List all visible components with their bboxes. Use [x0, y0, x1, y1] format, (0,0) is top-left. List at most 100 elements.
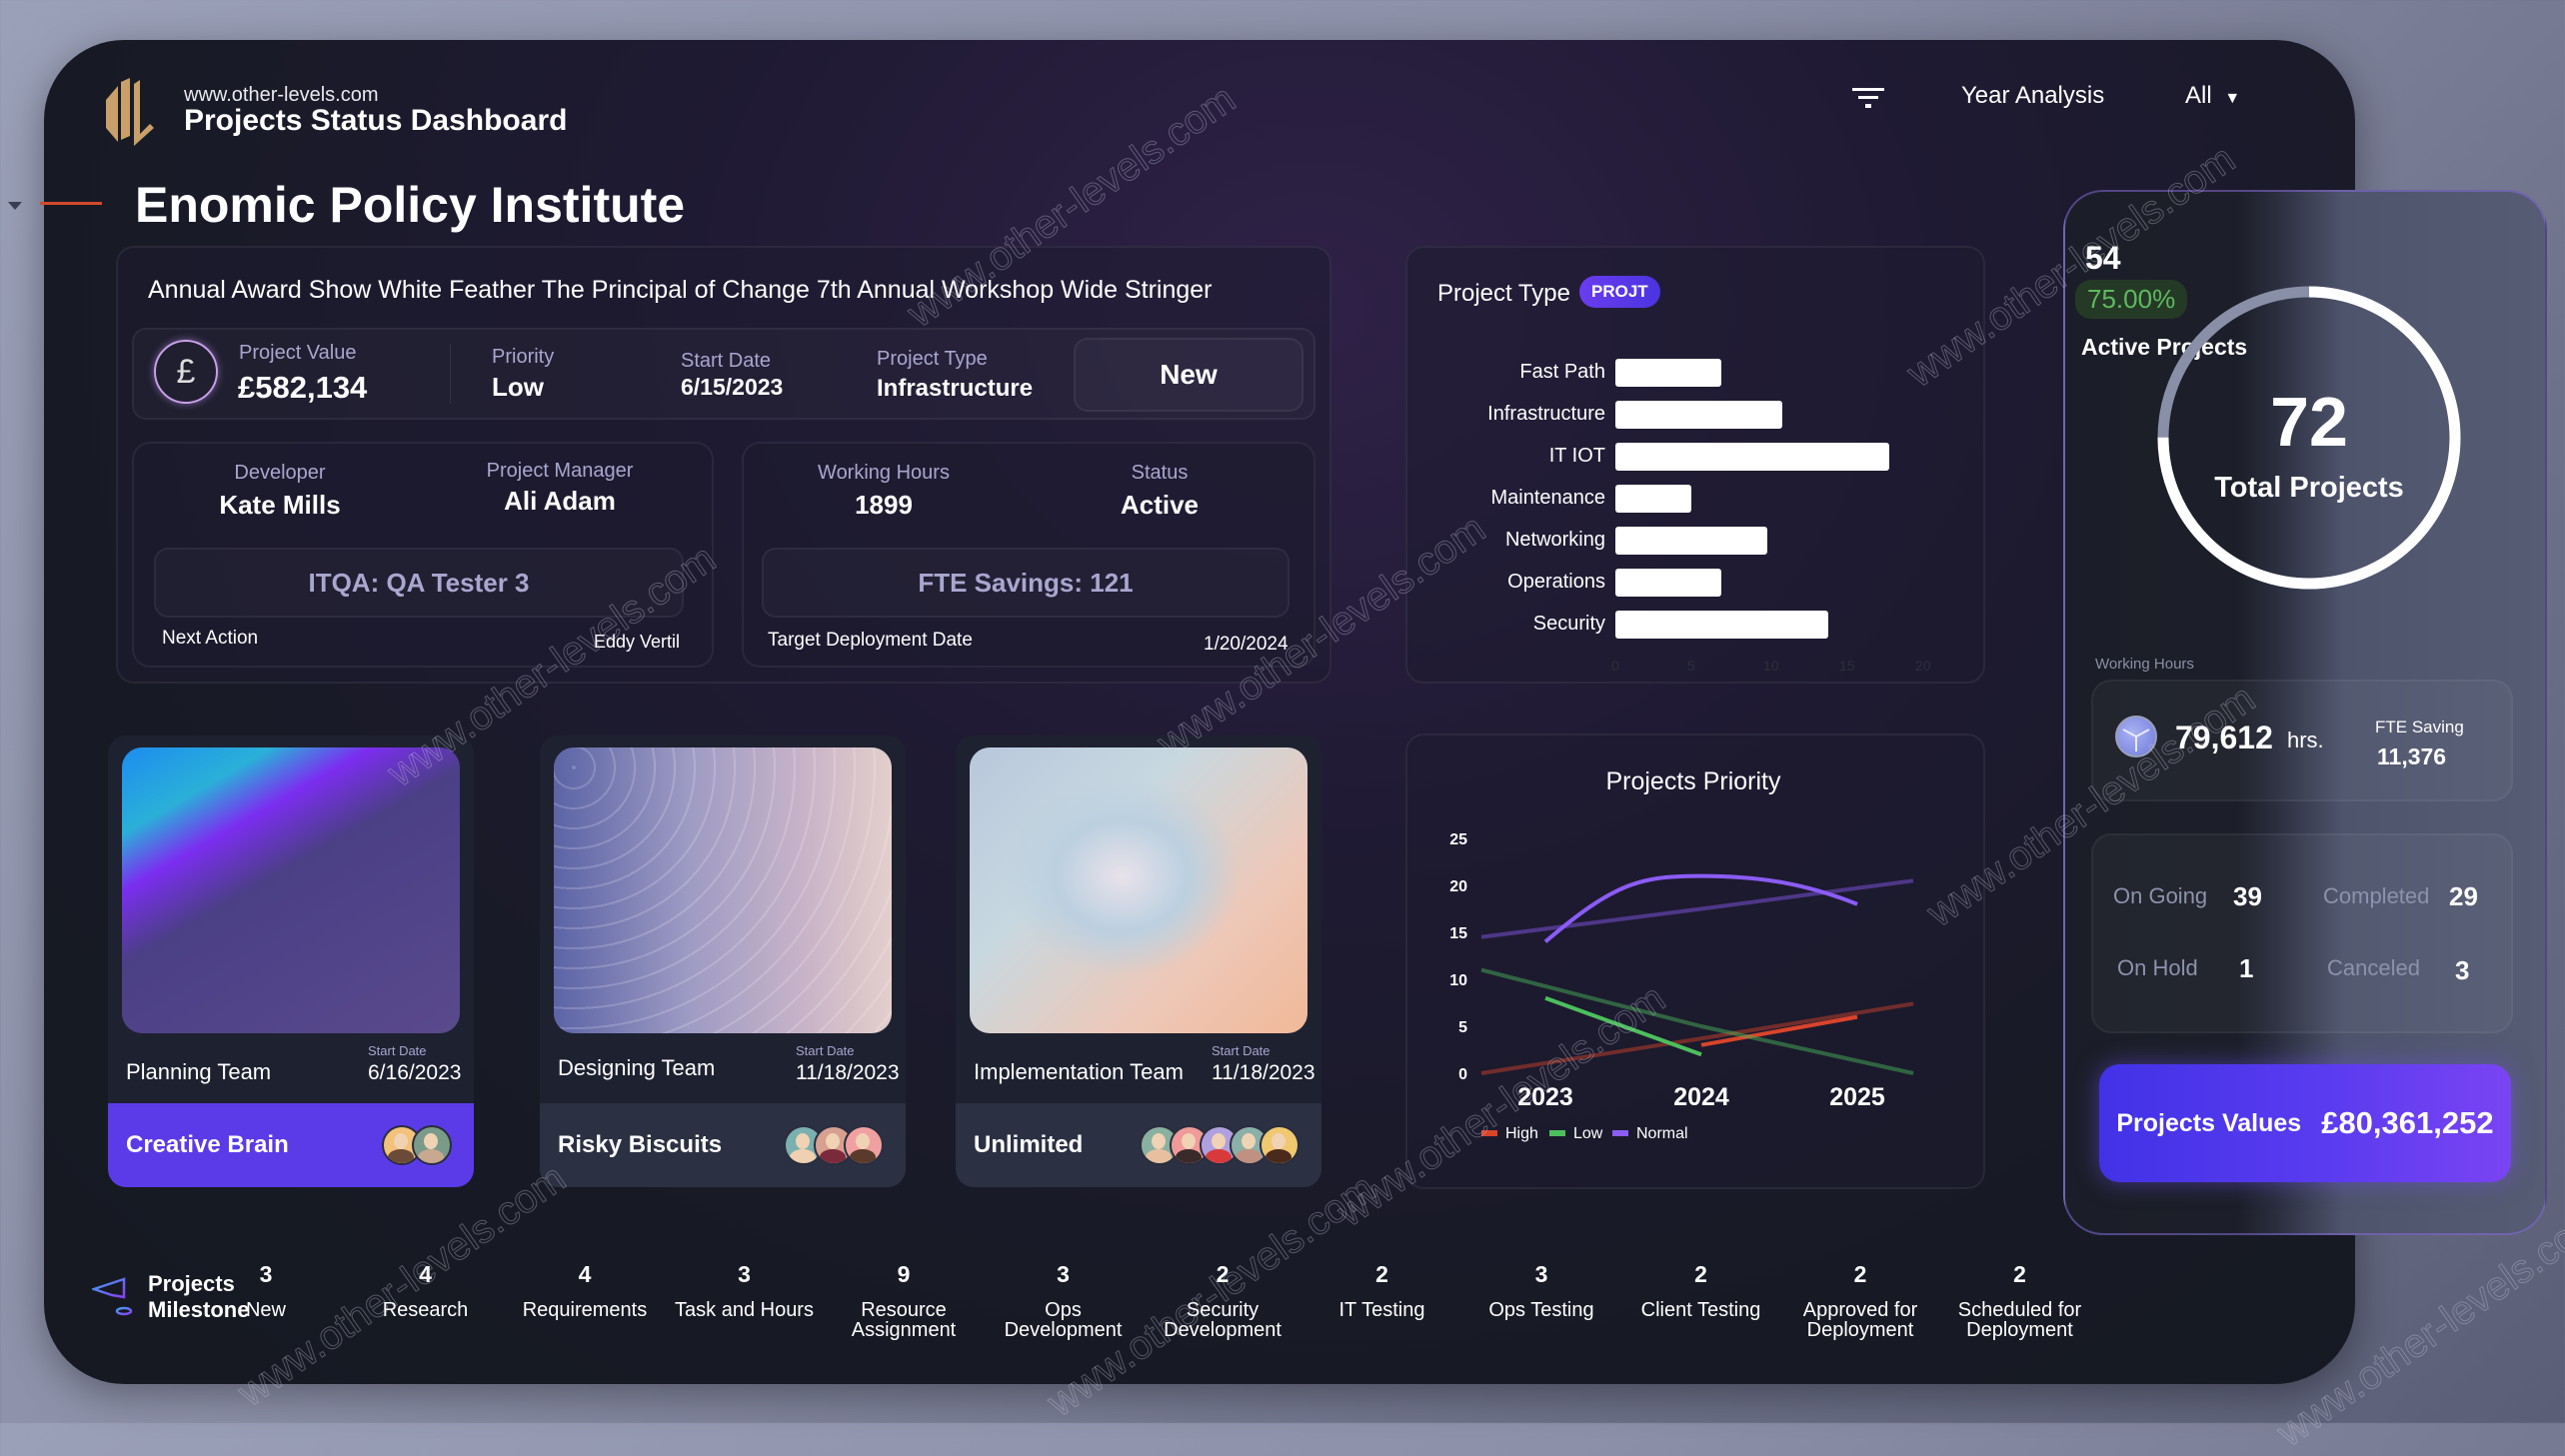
- fte-saving-value: 11,376: [2377, 743, 2447, 769]
- status-label: Status: [1131, 462, 1189, 484]
- bar-label: Operations: [1507, 571, 1605, 593]
- start-date-label: Start Date: [681, 350, 772, 372]
- bar-infrastructure[interactable]: [1615, 401, 1783, 429]
- year-select-value: All: [2185, 82, 2212, 109]
- target-deployment-label: Target Deployment Date: [768, 630, 973, 651]
- milestone-label: Approved for Deployment: [1802, 1299, 1918, 1341]
- avatar-body: [820, 1149, 846, 1163]
- member-avatars: [382, 1125, 452, 1165]
- x-tick: 2023: [1517, 1083, 1573, 1111]
- project-type-badge[interactable]: PROJT: [1579, 276, 1660, 308]
- legend-label[interactable]: Low: [1573, 1125, 1603, 1142]
- collapse-arrow-icon[interactable]: [8, 202, 22, 210]
- fte-saving-label: FTE Saving: [2375, 718, 2464, 736]
- summary-divider: [450, 344, 451, 404]
- milestone-count: 2: [1853, 1261, 1867, 1287]
- bar-operations[interactable]: [1615, 569, 1722, 597]
- milestone-item[interactable]: 3 New: [196, 1261, 336, 1320]
- avatar-head: [826, 1133, 840, 1149]
- milestone-count: 3: [1057, 1261, 1070, 1287]
- avatar[interactable]: [1260, 1125, 1299, 1165]
- bar-label: Security: [1532, 613, 1605, 635]
- avatar-body: [1146, 1149, 1172, 1163]
- x-tick: 2025: [1829, 1083, 1885, 1111]
- hours-unit: hrs.: [2287, 728, 2324, 752]
- bar-networking[interactable]: [1615, 527, 1767, 555]
- team-card[interactable]: Implementation Team Start Date 11/18/2023 U…: [956, 735, 1321, 1187]
- priority-label: Priority: [492, 346, 555, 368]
- projects-values-button[interactable]: Projects Values £80,361,252: [2099, 1064, 2511, 1182]
- y-tick: 25: [1449, 831, 1467, 848]
- developer-value: Kate Mills: [219, 490, 341, 520]
- avatar-body: [1236, 1149, 1262, 1163]
- milestone-item[interactable]: 2 IT Testing: [1312, 1261, 1452, 1320]
- milestone-label: Scheduled for Deployment: [1957, 1299, 2082, 1341]
- avatar-head: [1152, 1133, 1166, 1149]
- team-start-date: 6/16/2023: [368, 1061, 462, 1084]
- milestone-item[interactable]: 2 Client Testing: [1631, 1261, 1771, 1320]
- projects-priority-title: Projects Priority: [1605, 767, 1781, 795]
- avatar[interactable]: [412, 1125, 452, 1165]
- milestone-item[interactable]: 3 Ops Development: [994, 1261, 1134, 1340]
- team-image: [554, 747, 892, 1033]
- team-label: Designing Team: [558, 1055, 716, 1080]
- legend-swatch-low: [1549, 1130, 1565, 1136]
- year-analysis-label: Year Analysis: [1961, 82, 2105, 109]
- avatar-head: [856, 1133, 870, 1149]
- project-value: £582,134: [238, 370, 368, 405]
- bar-it-iot[interactable]: [1615, 443, 1889, 471]
- team-card[interactable]: Designing Team Start Date 11/18/2023 Risky …: [540, 735, 906, 1187]
- bar-fast-path[interactable]: [1615, 359, 1722, 387]
- member-avatars: [784, 1125, 884, 1165]
- milestone-count: 9: [897, 1261, 911, 1287]
- start-date-value: 6/15/2023: [681, 374, 784, 400]
- year-select[interactable]: All ▼: [2185, 82, 2240, 110]
- project-manager-value: Ali Adam: [504, 486, 616, 516]
- milestone-label: Task and Hours: [675, 1299, 814, 1321]
- legend-label[interactable]: Normal: [1636, 1125, 1688, 1142]
- team-footer: Risky Biscuits: [540, 1103, 906, 1187]
- avatar-head: [1242, 1133, 1256, 1149]
- projects-values-label: Projects Values: [2116, 1108, 2302, 1137]
- team-name: Unlimited: [974, 1131, 1084, 1158]
- team-label: Planning Team: [126, 1059, 272, 1084]
- team-start-label: Start Date: [1212, 1043, 1271, 1058]
- project-type-label: Project Type: [877, 348, 988, 370]
- bar-maintenance[interactable]: [1615, 485, 1691, 513]
- milestone-label: Client Testing: [1640, 1299, 1761, 1321]
- milestone-item[interactable]: 3 Task and Hours: [675, 1261, 815, 1320]
- legend-label[interactable]: High: [1505, 1125, 1538, 1142]
- target-deployment-value: 1/20/2024: [1204, 634, 1288, 655]
- flag-icon: [92, 1277, 133, 1316]
- milestone-label: IT Testing: [1338, 1299, 1425, 1321]
- active-projects-count: 54: [2085, 240, 2121, 276]
- status-summary-card: [2091, 833, 2513, 1033]
- priority-value: Low: [492, 372, 544, 402]
- milestone-count: 3: [738, 1261, 751, 1287]
- milestone-count: 2: [2013, 1261, 2026, 1287]
- milestone-count: 4: [419, 1261, 432, 1287]
- developer-label: Developer: [234, 462, 326, 484]
- milestone-label: Requirements: [522, 1299, 648, 1321]
- milestone-item[interactable]: 2 Scheduled for Deployment: [1950, 1261, 2090, 1340]
- milestone-item[interactable]: 4 Requirements: [515, 1261, 655, 1320]
- milestone-label: Ops Development: [1004, 1299, 1123, 1341]
- milestone-item[interactable]: 3 Ops Testing: [1471, 1261, 1611, 1320]
- project-manager-label: Project Manager: [486, 460, 634, 482]
- milestone-item[interactable]: 4 Research: [356, 1261, 496, 1320]
- team-footer: Creative Brain: [108, 1103, 474, 1187]
- project-stage-badge: New: [1074, 338, 1303, 412]
- milestone-item[interactable]: 2 Approved for Deployment: [1790, 1261, 1930, 1340]
- milestone-label: Ops Testing: [1488, 1299, 1594, 1321]
- y-tick: 20: [1449, 878, 1467, 895]
- milestone-item[interactable]: 2 Security Development: [1153, 1261, 1292, 1340]
- avatar-head: [1182, 1133, 1196, 1149]
- bar-label: Networking: [1504, 529, 1605, 551]
- avatar[interactable]: [844, 1125, 884, 1165]
- milestone-item[interactable]: 9 Resource Assignment: [834, 1261, 974, 1340]
- filter-icon[interactable]: [1852, 84, 1884, 112]
- legend-swatch-high: [1481, 1130, 1497, 1136]
- milestone-count: 3: [1534, 1261, 1548, 1287]
- team-card[interactable]: Planning Team Start Date 6/16/2023 Creative…: [108, 735, 474, 1187]
- bar-security[interactable]: [1615, 611, 1828, 639]
